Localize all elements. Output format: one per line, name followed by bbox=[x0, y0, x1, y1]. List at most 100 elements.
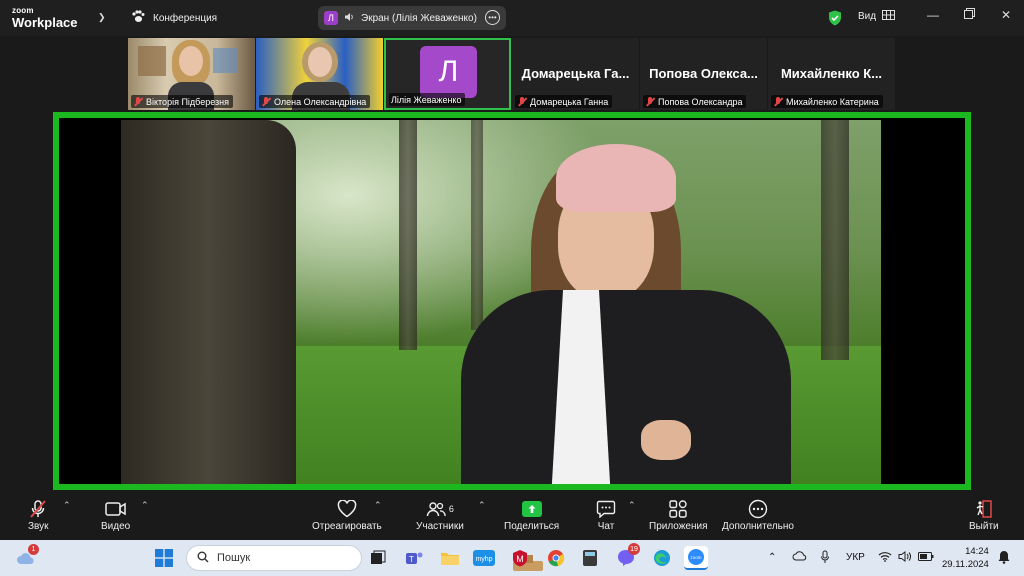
audio-button[interactable]: Звук bbox=[28, 498, 49, 532]
svg-text:T: T bbox=[409, 555, 414, 564]
mic-muted-icon bbox=[773, 96, 783, 107]
security-shield-icon[interactable] bbox=[828, 10, 842, 31]
paw-icon bbox=[131, 10, 145, 26]
zoom-taskbar-icon[interactable]: zoom bbox=[684, 546, 708, 570]
participant-name: Домарецька Ганна bbox=[530, 96, 609, 107]
participant-tile[interactable]: Домарецька Га... Домарецька Ганна bbox=[512, 38, 639, 110]
participant-tile-active[interactable]: Л Лілія Жеваженко bbox=[384, 38, 511, 110]
weather-badge: 1 bbox=[28, 544, 39, 555]
share-label: Экран (Лілія Жеваженко) bbox=[361, 12, 477, 24]
participant-name: Попова Олександра bbox=[658, 96, 743, 107]
edge-icon[interactable] bbox=[650, 546, 674, 570]
windows-start-icon[interactable] bbox=[152, 546, 176, 570]
react-label: Отреагировать bbox=[312, 521, 382, 532]
chat-label: Чат bbox=[597, 521, 615, 532]
system-clock[interactable]: 14:24 29.11.2024 bbox=[942, 545, 989, 571]
participant-tile[interactable]: Вікторія Підберезня bbox=[128, 38, 255, 110]
meeting-toolbar: Звук ⌃ Видео ⌃ Отреагировать ⌃ 6 Участни… bbox=[0, 490, 1024, 540]
participant-strip: Вікторія Підберезня Олена Олександрівна … bbox=[128, 38, 895, 110]
onedrive-cloud-icon[interactable] bbox=[792, 551, 808, 564]
participants-icon: 6 bbox=[426, 498, 454, 520]
mic-muted-icon bbox=[645, 96, 655, 107]
grid-icon bbox=[882, 10, 896, 23]
video-camera-icon bbox=[104, 498, 127, 520]
viber-badge: 19 bbox=[628, 543, 640, 555]
share-icon-wrap bbox=[521, 498, 542, 520]
mic-muted-icon bbox=[517, 96, 527, 107]
leave-label: Выйти bbox=[969, 521, 999, 532]
search-icon bbox=[197, 551, 209, 566]
more-label: Дополнительно bbox=[722, 521, 794, 532]
wall-picture bbox=[213, 48, 238, 73]
participant-display-name: Михайленко К... bbox=[780, 66, 883, 81]
mic-muted-icon bbox=[133, 96, 143, 107]
participants-options-caret-icon[interactable]: ⌃ bbox=[478, 500, 486, 511]
more-options-icon[interactable]: ••• bbox=[485, 10, 500, 25]
react-options-caret-icon[interactable]: ⌃ bbox=[374, 500, 382, 511]
participant-name: Михайленко Катерина bbox=[786, 96, 879, 107]
teams-icon[interactable]: T bbox=[402, 546, 426, 570]
participant-name: Лілія Жеваженко bbox=[391, 94, 462, 105]
mcafee-icon[interactable]: M bbox=[508, 546, 532, 570]
video-tree-trunk bbox=[121, 120, 296, 484]
svg-text:zoom: zoom bbox=[690, 555, 701, 560]
zoom-window: zoom Workplace ❯ Конференция Л Экран (Лі… bbox=[0, 0, 1024, 576]
file-explorer-icon[interactable] bbox=[438, 546, 462, 570]
audio-options-caret-icon[interactable]: ⌃ bbox=[63, 500, 71, 511]
participant-tile[interactable]: Попова Олекса... Попова Олександра bbox=[640, 38, 767, 110]
chevron-up-icon[interactable]: ⌃ bbox=[768, 552, 776, 563]
sharer-avatar: Л bbox=[324, 11, 338, 25]
participants-button[interactable]: 6 Участники bbox=[416, 498, 464, 532]
view-label: Вид bbox=[858, 11, 877, 22]
battery-icon[interactable] bbox=[918, 552, 934, 564]
taskbar-search-box[interactable]: Пошук bbox=[186, 545, 543, 571]
mic-muted-icon bbox=[261, 96, 271, 107]
video-button[interactable]: Видео bbox=[101, 498, 130, 532]
participant-display-name: Домарецька Га... bbox=[521, 66, 630, 81]
speaker-icon bbox=[344, 12, 355, 25]
task-view-icon[interactable] bbox=[366, 546, 390, 570]
language-indicator[interactable]: УКР bbox=[846, 552, 865, 563]
svg-text:myhp: myhp bbox=[475, 556, 492, 563]
microphone-icon[interactable] bbox=[820, 550, 830, 567]
volume-icon[interactable] bbox=[898, 551, 912, 565]
participant-name-bar: Олена Олександрівна bbox=[259, 95, 371, 108]
apps-icon bbox=[668, 498, 688, 520]
notifications-bell-icon[interactable] bbox=[998, 550, 1010, 567]
meeting-info[interactable]: Конференция bbox=[131, 10, 217, 26]
participant-tile[interactable]: Олена Олександрівна bbox=[256, 38, 383, 110]
leave-button[interactable]: Выйти bbox=[969, 498, 999, 532]
calculator-icon[interactable] bbox=[578, 546, 602, 570]
wifi-icon[interactable] bbox=[878, 551, 892, 565]
viber-icon[interactable]: 19 bbox=[614, 543, 640, 570]
video-tree-trunk bbox=[471, 120, 483, 330]
participant-display-name: Попова Олекса... bbox=[649, 66, 758, 81]
share-button[interactable]: Поделиться bbox=[504, 498, 559, 532]
video-options-caret-icon[interactable]: ⌃ bbox=[141, 500, 149, 511]
meeting-label: Конференция bbox=[153, 12, 218, 24]
shared-screen[interactable] bbox=[53, 112, 971, 490]
chrome-icon[interactable] bbox=[544, 546, 568, 570]
weather-cloud-icon[interactable]: 1 bbox=[14, 544, 39, 570]
leave-door-icon bbox=[974, 498, 994, 520]
video-tree-trunk bbox=[399, 120, 417, 350]
participant-name-bar: Вікторія Підберезня bbox=[131, 95, 234, 108]
close-icon[interactable]: ✕ bbox=[998, 8, 1014, 22]
participant-tile[interactable]: Михайленко К... Михайленко Катерина bbox=[768, 38, 895, 110]
clock-date: 29.11.2024 bbox=[942, 559, 989, 570]
chevron-down-icon[interactable]: ❯ bbox=[98, 12, 106, 23]
screen-share-indicator[interactable]: Л Экран (Лілія Жеваженко) ••• bbox=[318, 6, 506, 30]
chat-button[interactable]: Чат bbox=[596, 498, 616, 532]
restore-icon[interactable] bbox=[961, 8, 977, 22]
view-button[interactable]: Вид bbox=[858, 10, 896, 23]
apps-button[interactable]: Приложения bbox=[649, 498, 708, 532]
chat-bubble-icon bbox=[596, 498, 616, 520]
speaker-jacket bbox=[461, 290, 791, 484]
chat-options-caret-icon[interactable]: ⌃ bbox=[628, 500, 636, 511]
minimize-icon[interactable]: — bbox=[925, 8, 941, 22]
more-button[interactable]: Дополнительно bbox=[722, 498, 794, 532]
participant-name-bar: Попова Олександра bbox=[643, 95, 747, 108]
myhp-icon[interactable]: myhp bbox=[472, 546, 496, 570]
react-button[interactable]: Отреагировать bbox=[312, 498, 382, 532]
participants-count: 6 bbox=[448, 504, 454, 514]
